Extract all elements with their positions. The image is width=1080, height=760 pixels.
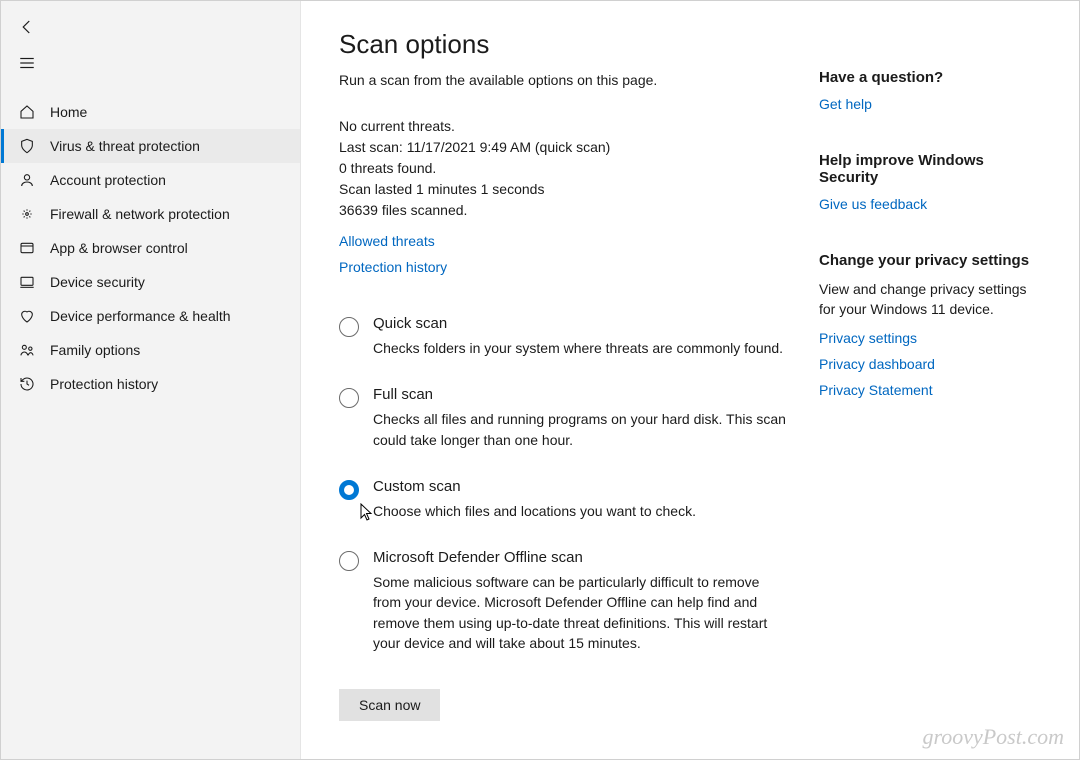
sidebar-item-family[interactable]: Family options — [1, 333, 300, 367]
heart-icon — [18, 308, 36, 324]
privacy-settings-link[interactable]: Privacy settings — [819, 330, 1039, 346]
sidebar-item-label: Family options — [50, 342, 140, 358]
device-security-icon — [18, 274, 36, 290]
privacy-statement-link[interactable]: Privacy Statement — [819, 382, 1039, 398]
status-line: No current threats. — [339, 116, 791, 137]
option-description: Checks all files and running programs on… — [373, 409, 791, 450]
home-icon — [18, 104, 36, 120]
scan-now-button[interactable]: Scan now — [339, 689, 440, 721]
status-line: Scan lasted 1 minutes 1 seconds — [339, 179, 791, 200]
radio-option-full-scan[interactable]: Full scan Checks all files and running p… — [339, 386, 791, 450]
hamburger-menu-button[interactable] — [15, 51, 39, 75]
scan-options-group: Quick scan Checks folders in your system… — [339, 315, 791, 653]
sidebar-item-device-performance[interactable]: Device performance & health — [1, 299, 300, 333]
sidebar-item-label: Firewall & network protection — [50, 206, 230, 222]
feedback-link[interactable]: Give us feedback — [819, 196, 1039, 212]
account-icon — [18, 172, 36, 188]
privacy-heading: Change your privacy settings — [819, 252, 1039, 269]
get-help-link[interactable]: Get help — [819, 96, 1039, 112]
page-title: Scan options — [339, 29, 791, 60]
page-subtitle: Run a scan from the available options on… — [339, 72, 791, 88]
sidebar-item-label: Account protection — [50, 172, 166, 188]
status-line: Last scan: 11/17/2021 9:49 AM (quick sca… — [339, 137, 791, 158]
sidebar-item-app-browser[interactable]: App & browser control — [1, 231, 300, 265]
status-line: 36639 files scanned. — [339, 200, 791, 221]
sidebar-item-account[interactable]: Account protection — [1, 163, 300, 197]
sidebar-item-label: Protection history — [50, 376, 158, 392]
sidebar-item-home[interactable]: Home — [1, 95, 300, 129]
sidebar-item-protection-history[interactable]: Protection history — [1, 367, 300, 401]
option-label: Custom scan — [373, 478, 791, 495]
radio-option-custom-scan[interactable]: Custom scan Choose which files and locat… — [339, 478, 791, 521]
back-button[interactable] — [15, 15, 39, 39]
sidebar-nav: Home Virus & threat protection Account p… — [1, 89, 300, 401]
privacy-description: View and change privacy settings for you… — [819, 279, 1039, 320]
app-browser-icon — [18, 240, 36, 256]
radio-option-quick-scan[interactable]: Quick scan Checks folders in your system… — [339, 315, 791, 358]
firewall-icon — [18, 206, 36, 222]
privacy-dashboard-link[interactable]: Privacy dashboard — [819, 356, 1039, 372]
history-icon — [18, 376, 36, 392]
option-label: Full scan — [373, 386, 791, 403]
question-heading: Have a question? — [819, 69, 1039, 86]
sidebar-item-label: App & browser control — [50, 240, 188, 256]
sidebar-item-label: Virus & threat protection — [50, 138, 200, 154]
sidebar-item-firewall[interactable]: Firewall & network protection — [1, 197, 300, 231]
shield-icon — [18, 138, 36, 154]
option-label: Microsoft Defender Offline scan — [373, 549, 791, 566]
status-line: 0 threats found. — [339, 158, 791, 179]
radio-option-offline-scan[interactable]: Microsoft Defender Offline scan Some mal… — [339, 549, 791, 653]
sidebar-item-label: Device security — [50, 274, 145, 290]
sidebar: Home Virus & threat protection Account p… — [1, 1, 301, 759]
option-description: Some malicious software can be particula… — [373, 572, 791, 653]
radio-icon — [339, 388, 359, 408]
family-icon — [18, 342, 36, 358]
sidebar-item-label: Home — [50, 104, 87, 120]
main-content: Scan options Run a scan from the availab… — [301, 1, 1079, 759]
option-description: Checks folders in your system where thre… — [373, 338, 791, 358]
right-sidebar: Have a question? Get help Help improve W… — [819, 29, 1039, 735]
protection-history-link[interactable]: Protection history — [339, 259, 791, 275]
radio-icon — [339, 317, 359, 337]
sidebar-item-virus-threat[interactable]: Virus & threat protection — [1, 129, 300, 163]
allowed-threats-link[interactable]: Allowed threats — [339, 233, 435, 249]
scan-status: No current threats. Last scan: 11/17/202… — [339, 116, 791, 221]
sidebar-item-device-security[interactable]: Device security — [1, 265, 300, 299]
radio-icon — [339, 551, 359, 571]
option-description: Choose which files and locations you wan… — [373, 501, 791, 521]
option-label: Quick scan — [373, 315, 791, 332]
radio-icon — [339, 480, 359, 500]
improve-heading: Help improve Windows Security — [819, 152, 1039, 186]
sidebar-item-label: Device performance & health — [50, 308, 231, 324]
